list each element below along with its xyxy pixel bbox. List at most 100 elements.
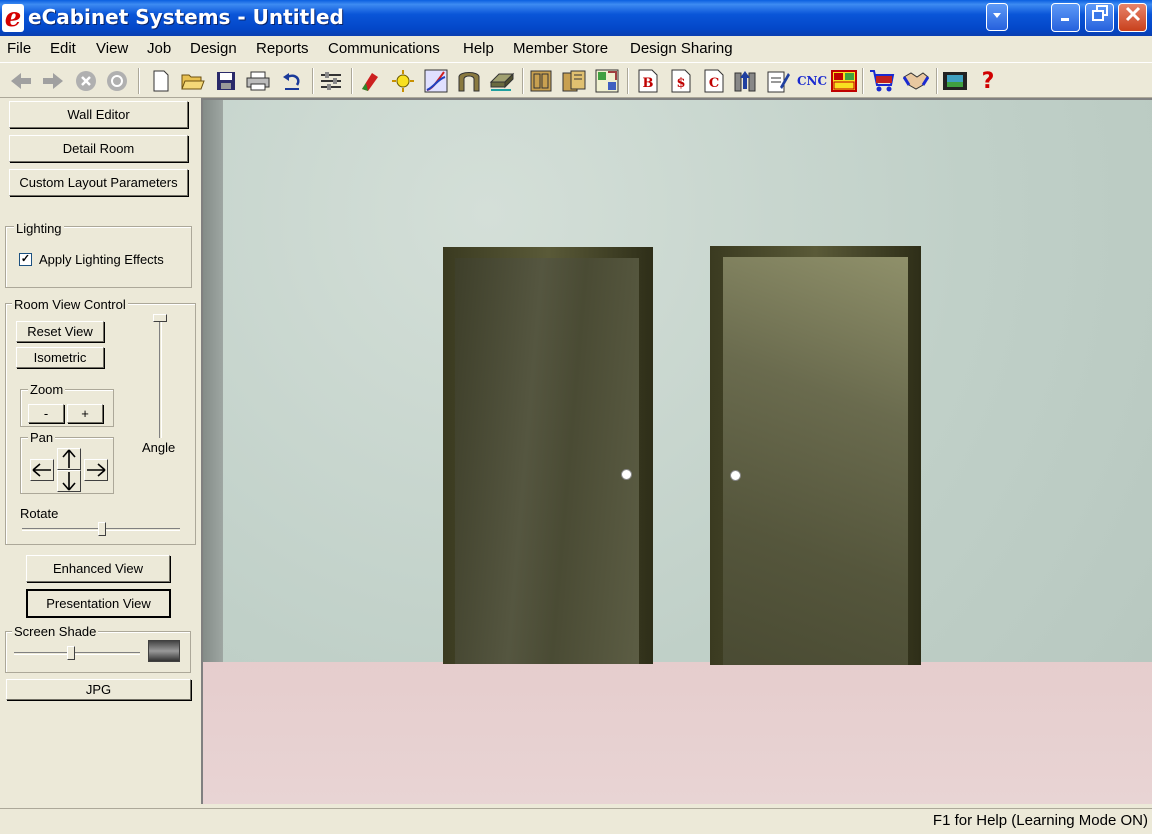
multi-cabinet-button[interactable] [561, 68, 587, 94]
bid-report-icon: B [638, 69, 658, 93]
custom-layout-parameters-button[interactable]: Custom Layout Parameters [9, 169, 188, 196]
cnc-label: CNC [796, 74, 828, 88]
menu-member-store[interactable]: Member Store [513, 40, 608, 57]
optimizer-button[interactable] [765, 68, 791, 94]
forward-arrow-icon [43, 73, 63, 89]
checkmark-icon: ✓ [20, 253, 31, 265]
open-folder-icon [181, 74, 205, 90]
toolbar-separator [627, 68, 629, 94]
screen-shade-slider-track[interactable] [14, 652, 140, 655]
arch-doorway-icon [458, 72, 480, 92]
cutlist-report-button[interactable]: C [701, 68, 727, 94]
title-dropdown-button[interactable] [986, 3, 1008, 31]
refresh-icon [107, 71, 127, 91]
bid-report-button[interactable]: B [635, 68, 661, 94]
detail-room-button[interactable]: Detail Room [9, 135, 188, 162]
zoom-out-button[interactable]: - [28, 404, 64, 423]
video-button[interactable] [942, 68, 968, 94]
undo-button[interactable] [279, 68, 305, 94]
sheet-layout-icon [831, 70, 857, 92]
pan-right-button[interactable] [84, 459, 108, 481]
floor [203, 662, 1152, 804]
left-door[interactable] [443, 247, 653, 664]
menu-design[interactable]: Design [190, 40, 237, 57]
store-button[interactable] [869, 68, 895, 94]
menu-design-sharing[interactable]: Design Sharing [630, 40, 733, 57]
clipboard-edit-icon [767, 71, 790, 93]
film-icon [943, 72, 967, 90]
pan-left-button[interactable] [30, 459, 54, 481]
apply-lighting-checkbox[interactable]: ✓ [19, 253, 32, 266]
rotate-slider-thumb[interactable] [98, 522, 106, 536]
wall-editor-button[interactable]: Wall Editor [9, 101, 188, 128]
export-button[interactable] [732, 68, 758, 94]
arch-button[interactable] [456, 68, 482, 94]
screen-shade-color-swatch[interactable] [148, 640, 180, 662]
screen-shade-slider-thumb[interactable] [67, 646, 75, 660]
pan-down-button[interactable] [57, 470, 81, 492]
room-plan-button[interactable] [594, 68, 620, 94]
refresh-button[interactable] [104, 68, 130, 94]
menu-bar: File Edit View Job Design Reports Commun… [0, 37, 1152, 61]
close-button[interactable] [1118, 3, 1147, 32]
menu-communications[interactable]: Communications [328, 40, 440, 57]
floor-plan-icon [595, 69, 619, 93]
menu-reports[interactable]: Reports [256, 40, 309, 57]
cabinet-button[interactable] [528, 68, 554, 94]
restore-icon [1091, 5, 1108, 21]
jpg-export-button[interactable]: JPG [6, 679, 191, 700]
pan-label: Pan [28, 430, 56, 445]
angle-label: Angle [142, 440, 176, 455]
help-button[interactable]: ? [975, 68, 1001, 94]
pan-up-button[interactable] [57, 448, 81, 470]
undo-icon [283, 73, 300, 90]
title-bar: e eCabinet Systems - Untitled [0, 0, 1152, 36]
menu-view[interactable]: View [96, 40, 128, 57]
toolbar-separator [936, 68, 938, 94]
menu-file[interactable]: File [7, 40, 31, 57]
profile-button[interactable] [423, 68, 449, 94]
handshake-icon [903, 72, 929, 90]
app-logo-icon: e [2, 4, 24, 32]
menu-help[interactable]: Help [463, 40, 494, 57]
cabinet-group-icon [562, 70, 586, 92]
sharing-button[interactable] [903, 68, 929, 94]
right-door[interactable] [710, 246, 921, 665]
arrow-up-icon [62, 449, 76, 468]
back-button[interactable] [8, 68, 34, 94]
restore-button[interactable] [1085, 3, 1114, 32]
save-button[interactable] [213, 68, 239, 94]
light-bulb-icon [392, 70, 414, 92]
zoom-in-button[interactable]: + [67, 404, 103, 423]
presentation-view-button[interactable]: Presentation View [26, 589, 171, 618]
stop-button[interactable] [73, 68, 99, 94]
print-button[interactable] [245, 68, 271, 94]
countertop-icon [489, 72, 515, 91]
help-question-icon: ? [981, 68, 995, 94]
arrow-down-icon [62, 472, 76, 491]
material-button[interactable] [357, 68, 383, 94]
isometric-button[interactable]: Isometric [16, 347, 104, 368]
room-view-control-label: Room View Control [12, 297, 128, 312]
angle-slider-track[interactable] [159, 318, 162, 438]
shopping-cart-icon [870, 70, 895, 92]
menu-edit[interactable]: Edit [50, 40, 76, 57]
countertop-button[interactable] [489, 68, 515, 94]
angle-slider-thumb[interactable] [153, 314, 167, 322]
new-button[interactable] [148, 68, 174, 94]
sliders-icon [321, 72, 341, 90]
forward-button[interactable] [40, 68, 66, 94]
screen-shade-label: Screen Shade [12, 624, 99, 639]
reset-view-button[interactable]: Reset View [16, 321, 104, 342]
menu-job[interactable]: Job [147, 40, 171, 57]
lighting-button[interactable] [390, 68, 416, 94]
cnc-button[interactable]: CNC [797, 68, 827, 94]
enhanced-view-button[interactable]: Enhanced View [26, 555, 170, 582]
open-button[interactable] [180, 68, 206, 94]
room-3d-viewport[interactable] [201, 98, 1152, 804]
chevron-down-icon [993, 13, 1001, 18]
settings-button[interactable] [318, 68, 344, 94]
minimize-button[interactable] [1051, 3, 1080, 32]
cost-report-button[interactable]: $ [668, 68, 694, 94]
sheet-layout-button[interactable] [831, 68, 857, 94]
